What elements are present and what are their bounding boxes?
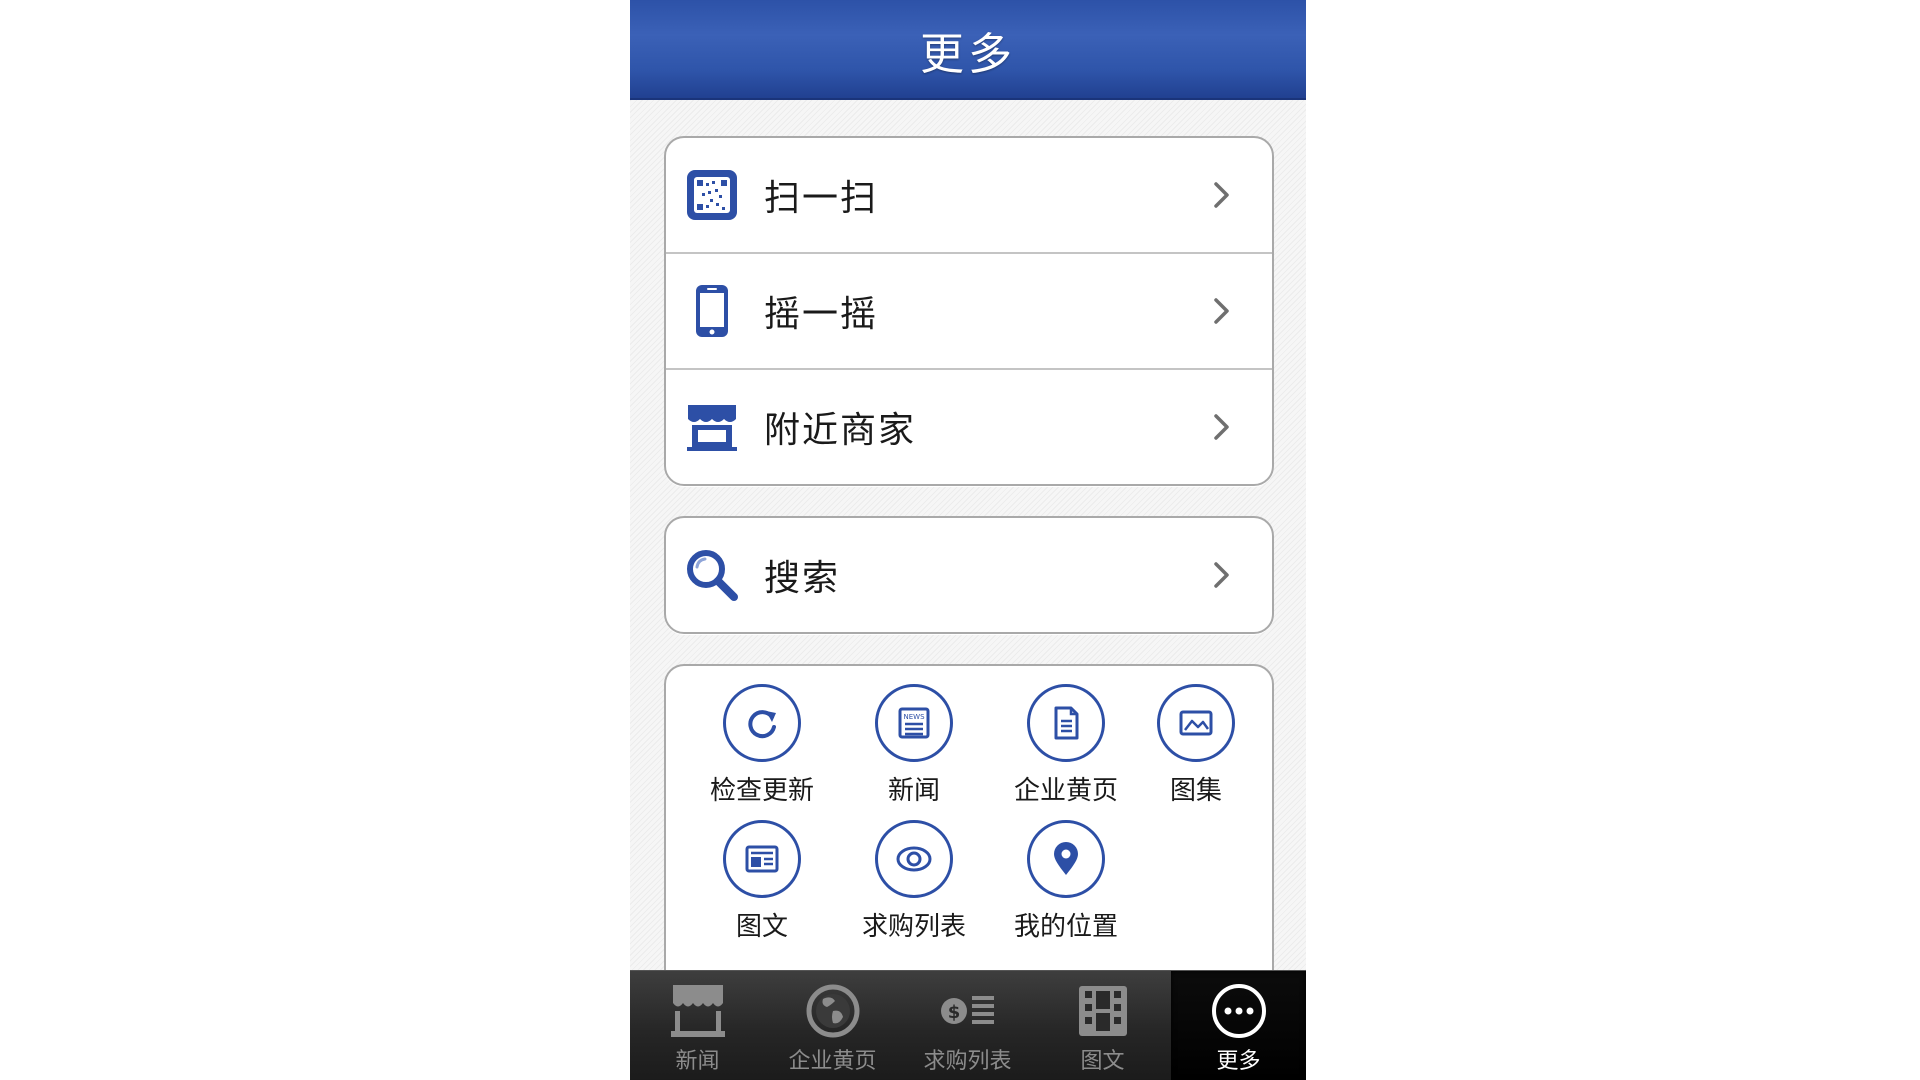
grid-label: 我的位置	[1013, 912, 1118, 942]
tab-label: 新闻	[675, 1049, 720, 1074]
chevron-right-icon	[1214, 182, 1229, 208]
tab-news[interactable]: 新闻	[630, 971, 765, 1080]
row-search[interactable]: 搜索	[666, 518, 1272, 632]
tab-label: 企业黄页	[788, 1049, 877, 1074]
search-icon	[684, 547, 740, 603]
grid-item-articles[interactable]: 图文	[692, 820, 832, 943]
grid-label: 检查更新	[709, 776, 814, 806]
shortcut-grid: 检查更新 NEWS 新闻 企业黄页 图集 图文 求购列表 我的位置	[664, 664, 1274, 996]
qr-scan-icon	[684, 167, 740, 223]
svg-text:NEWS: NEWS	[903, 713, 925, 721]
grid-item-news[interactable]: NEWS 新闻	[844, 684, 984, 807]
grid-item-yellow-pages[interactable]: 企业黄页	[996, 684, 1136, 807]
image-icon	[1157, 684, 1235, 762]
grid-item-check-update[interactable]: 检查更新	[692, 684, 832, 807]
grid-label: 企业黄页	[1013, 776, 1118, 806]
storefront-icon	[684, 399, 740, 455]
row-label-search: 搜索	[764, 558, 841, 599]
grid-item-purchase-list[interactable]: 求购列表	[844, 820, 984, 943]
bottom-tab-bar: 新闻 企业黄页 $ 求购列表 图文 更多	[630, 970, 1306, 1080]
chevron-right-icon	[1214, 562, 1229, 588]
row-label-shake: 摇一摇	[764, 294, 879, 335]
page-title: 更多	[920, 29, 1016, 80]
svg-text:$: $	[947, 1002, 960, 1023]
eye-icon	[875, 820, 953, 898]
tab-label: 更多	[1216, 1049, 1261, 1074]
grid-label: 图文	[735, 912, 788, 942]
grid-item-my-location[interactable]: 我的位置	[996, 820, 1136, 943]
tab-articles[interactable]: 图文	[1035, 971, 1170, 1080]
nav-header: 更多	[630, 0, 1306, 100]
row-shake[interactable]: 摇一摇	[666, 254, 1272, 370]
tab-label: 图文	[1080, 1049, 1125, 1074]
phone-screen: 更多 扫一扫 摇一摇 附近商家 搜索 检查更新 NEWS 新闻 企业黄页 图集 …	[630, 0, 1306, 1080]
row-label-scan: 扫一扫	[764, 178, 879, 219]
film-grid-icon	[1073, 981, 1133, 1041]
row-nearby[interactable]: 附近商家	[666, 370, 1272, 484]
tab-purchase-list[interactable]: $ 求购列表	[900, 971, 1035, 1080]
document-icon	[1027, 684, 1105, 762]
more-dots-icon	[1209, 981, 1269, 1041]
row-label-nearby: 附近商家	[764, 410, 917, 451]
refresh-icon	[723, 684, 801, 762]
tab-label: 求购列表	[923, 1049, 1012, 1074]
coin-list-icon: $	[938, 981, 998, 1041]
tools-group: 扫一扫 摇一摇 附近商家	[664, 136, 1274, 486]
news-icon: NEWS	[875, 684, 953, 762]
grid-label: 新闻	[887, 776, 940, 806]
search-group: 搜索	[664, 516, 1274, 634]
chevron-right-icon	[1214, 298, 1229, 324]
tab-yellow-pages[interactable]: 企业黄页	[765, 971, 900, 1080]
store-awning-icon	[668, 981, 728, 1041]
location-pin-icon	[1027, 820, 1105, 898]
tab-more[interactable]: 更多	[1171, 971, 1306, 1080]
row-scan[interactable]: 扫一扫	[666, 138, 1272, 254]
grid-item-gallery[interactable]: 图集	[1126, 684, 1266, 807]
grid-label: 图集	[1169, 776, 1222, 806]
article-icon	[723, 820, 801, 898]
chevron-right-icon	[1214, 414, 1229, 440]
globe-icon	[803, 981, 863, 1041]
phone-shake-icon	[684, 283, 740, 339]
grid-label: 求购列表	[861, 912, 966, 942]
